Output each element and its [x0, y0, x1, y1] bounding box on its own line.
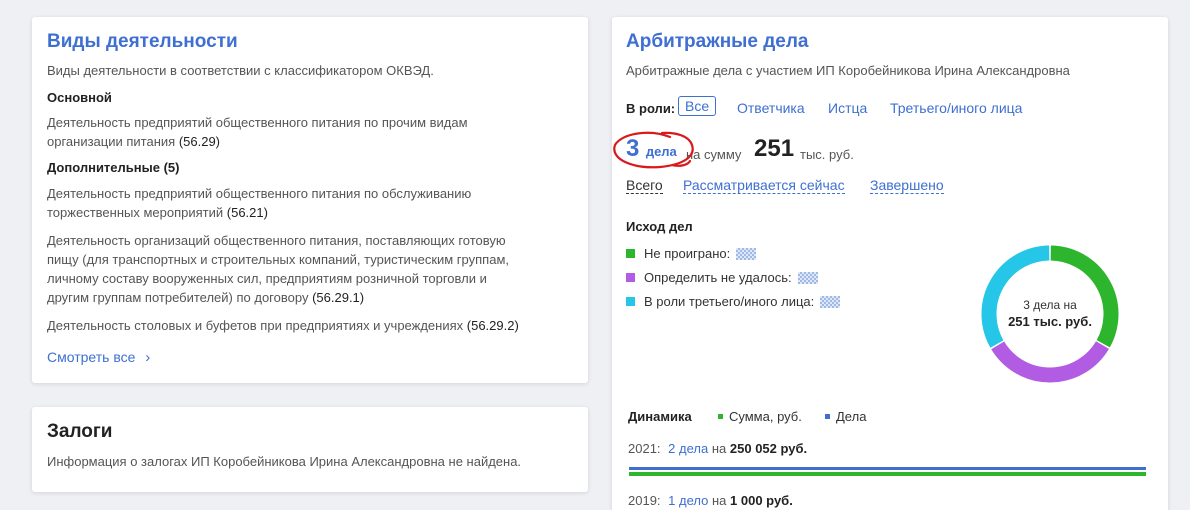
main-activity-line1: Деятельность предприятий общественного п…: [47, 115, 468, 130]
activity-item3-code: (56.29.2): [466, 318, 519, 333]
arbitration-card: Арбитражные дела Арбитражные дела с учас…: [612, 17, 1168, 510]
activities-subtitle: Виды деятельности в соответствии с класс…: [47, 63, 434, 78]
annotation-circle: [613, 131, 694, 169]
activity-item1-line2-wrap: торжественных мероприятий (56.21): [47, 203, 268, 222]
role-tab-all-label: Все: [678, 96, 717, 116]
role-tab-all[interactable]: Все: [678, 96, 717, 116]
main-activity-code: (56.29): [178, 134, 221, 149]
filter-in-progress[interactable]: Рассматривается сейчас: [683, 176, 845, 195]
filter-completed[interactable]: Завершено: [870, 176, 944, 195]
filter-in-progress-label: Рассматривается сейчас: [683, 177, 845, 194]
dynamics-on: на: [711, 493, 727, 508]
outcome-label-not-lost: Не проиграно:: [644, 246, 731, 261]
filter-total-label: Всего: [626, 177, 663, 194]
dynamics-legend-sum: Сумма, руб.: [718, 409, 802, 424]
donut-center-line2: 251 тыс. руб.: [1008, 314, 1092, 329]
dynamics-bar-cases-2021: [629, 467, 1146, 470]
dynamics-amount: 250 052 руб.: [729, 441, 808, 456]
outcome-title: Исход дел: [626, 219, 693, 234]
activity-item2-line3: личному составу вооруженных сил, предпри…: [47, 271, 487, 286]
activity-item3-wrap: Деятельность столовых и буфетов при пред…: [47, 316, 519, 335]
outcome-swatch-undetermined: [626, 273, 635, 282]
dynamics-legend-sum-label: Сумма, руб.: [729, 409, 802, 424]
activity-item2-line4-wrap: другим группам потребителей) по договору…: [47, 288, 364, 307]
outcome-label-undetermined: Определить не удалось:: [644, 270, 792, 285]
activity-item2-line4: другим группам потребителей) по договору: [47, 290, 309, 305]
outcome-swatch-not-lost: [626, 249, 635, 258]
pledges-text: Информация о залогах ИП Коробейникова Ир…: [47, 454, 522, 469]
dynamics-legend-cases-label: Дела: [836, 409, 867, 424]
activity-item1-code: (56.21): [226, 205, 268, 220]
filter-total[interactable]: Всего: [626, 176, 663, 195]
dynamics-amount: 1 000 руб.: [730, 493, 793, 508]
main-activity-label: Основной: [47, 90, 112, 105]
activity-item1-line2: торжественных мероприятий: [47, 205, 224, 220]
dynamics-row-2021: 2021: 2 дела на 250 052 руб.: [628, 439, 807, 458]
activities-card: Виды деятельности Виды деятельности в со…: [32, 17, 588, 383]
hidden-value-icon[interactable]: [820, 295, 841, 308]
role-label: В роли:: [626, 101, 676, 116]
hidden-value-icon[interactable]: [797, 271, 818, 284]
role-tab-third-party[interactable]: Третьего/иного лица: [890, 100, 1022, 116]
outcome-row-third-party: В роли третьего/иного лица:: [626, 294, 841, 309]
dynamics-year: 2021:: [628, 441, 661, 456]
dynamics-on: на: [711, 441, 727, 456]
dynamics-cases-link[interactable]: 2 дела: [668, 441, 708, 456]
outcome-row-undetermined: Определить не удалось:: [626, 270, 818, 285]
dynamics-cases-link[interactable]: 1 дело: [668, 493, 708, 508]
dynamics-year: 2019:: [628, 493, 661, 508]
activity-item2-line1: Деятельность организаций общественного п…: [47, 233, 506, 248]
see-all-link[interactable]: Смотреть все ›: [47, 348, 150, 367]
sum-value: 251: [754, 135, 795, 162]
dynamics-row-2019: 2019: 1 дело на 1 000 руб.: [628, 491, 793, 510]
donut-center-line1: 3 дела на: [1023, 298, 1077, 312]
outcome-swatch-third-party: [626, 297, 635, 306]
see-all-label: Смотреть все: [47, 349, 136, 365]
hidden-value-icon[interactable]: [736, 247, 757, 260]
arbitration-subtitle: Арбитражные дела с участием ИП Коробейни…: [626, 63, 1070, 78]
role-tab-defendant[interactable]: Ответчика: [737, 100, 805, 116]
dynamics-swatch-sum: [718, 414, 723, 419]
pledges-title: Залоги: [47, 421, 113, 442]
activity-item1-line1: Деятельность предприятий общественного п…: [47, 186, 472, 201]
dynamics-title: Динамика: [628, 409, 692, 424]
activity-item3-line1: Деятельность столовых и буфетов при пред…: [47, 318, 464, 333]
activity-item2-line2: пищу (для транспортных и строительных ко…: [47, 252, 509, 267]
activity-item2-code: (56.29.1): [312, 290, 365, 305]
sum-unit: тыс. руб.: [800, 147, 854, 162]
chevron-right-icon: ›: [145, 349, 151, 366]
pledges-card: Залоги Информация о залогах ИП Коробейни…: [32, 407, 588, 492]
activities-title[interactable]: Виды деятельности: [47, 31, 238, 53]
dynamics-bar-sum-2021: [629, 472, 1146, 476]
donut-segment-1[interactable]: [991, 341, 1109, 383]
dynamics-swatch-cases: [825, 414, 830, 419]
arbitration-title[interactable]: Арбитражные дела: [626, 31, 809, 53]
main-activity-line2: организации питания: [47, 134, 176, 149]
additional-activities-label: Дополнительные (5): [47, 160, 180, 175]
outcome-label-third-party: В роли третьего/иного лица:: [644, 294, 815, 309]
dynamics-legend-cases: Дела: [825, 409, 866, 424]
filter-completed-label: Завершено: [870, 177, 944, 194]
main-activity-line2-wrap: организации питания (56.29): [47, 132, 220, 151]
role-tab-plaintiff[interactable]: Истца: [828, 100, 867, 116]
outcome-row-not-lost: Не проиграно:: [626, 246, 757, 261]
